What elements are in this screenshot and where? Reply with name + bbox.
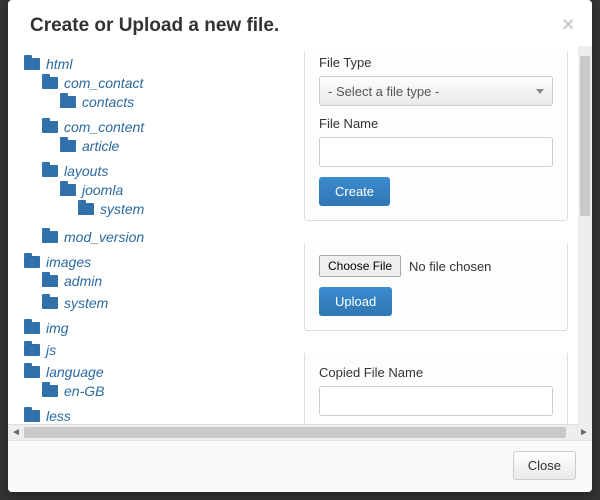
modal-header: Create or Upload a new file. ×: [8, 0, 592, 47]
folder-icon: [24, 344, 40, 356]
folder-label: system: [64, 295, 108, 311]
tree-node: js: [24, 339, 290, 361]
tree-node: html com_contact contacts com_contentarticl…: [24, 53, 290, 251]
folder-label: en-GB: [64, 383, 104, 399]
close-button[interactable]: Close: [513, 451, 576, 480]
folder-item-less[interactable]: less: [24, 408, 290, 424]
tree-node: layouts joomla system: [42, 160, 290, 226]
tree-node: mod_version: [42, 226, 290, 248]
tree-node: en-GB: [42, 380, 290, 402]
folder-icon: [42, 121, 58, 133]
modal-footer: Close: [8, 440, 592, 492]
tree-node: article: [60, 135, 290, 157]
folder-item-com_contact[interactable]: com_contact: [42, 75, 290, 91]
folder-label: com_contact: [64, 75, 143, 91]
close-icon[interactable]: ×: [562, 14, 574, 37]
folder-icon: [60, 184, 76, 196]
scrollbar-thumb[interactable]: [24, 427, 566, 438]
horizontal-scrollbar[interactable]: ◄ ►: [8, 424, 592, 440]
folder-item-html[interactable]: html: [24, 56, 290, 72]
modal-body: html com_contact contacts com_contentarticl…: [8, 47, 592, 424]
folder-icon: [60, 96, 76, 108]
folder-item-system[interactable]: system: [78, 201, 290, 217]
tree-node: com_contentarticle: [42, 116, 290, 160]
folder-label: com_content: [64, 119, 144, 135]
folder-label: img: [46, 320, 69, 336]
create-button[interactable]: Create: [319, 177, 390, 206]
folder-item-admin[interactable]: admin: [42, 273, 290, 289]
folder-icon: [42, 231, 58, 243]
folder-label: images: [46, 254, 91, 270]
folder-label: system: [100, 201, 144, 217]
folder-label: contacts: [82, 94, 134, 110]
folder-tree[interactable]: html com_contact contacts com_contentarticl…: [14, 47, 294, 424]
tree-node: system: [42, 292, 290, 314]
vertical-scrollbar-thumb[interactable]: [580, 56, 590, 216]
modal-title: Create or Upload a new file.: [30, 15, 279, 37]
folder-label: html: [46, 56, 72, 72]
folder-label: mod_version: [64, 229, 144, 245]
folder-label: joomla: [82, 182, 123, 198]
form-pane: File Type - Select a file type - File Na…: [294, 47, 592, 424]
folder-item-contacts[interactable]: contacts: [60, 94, 290, 110]
folder-item-language[interactable]: language: [24, 364, 290, 380]
folder-label: admin: [64, 273, 102, 289]
folder-item-layouts[interactable]: layouts: [42, 163, 290, 179]
tree-node: joomla system: [60, 179, 290, 223]
folder-label: js: [46, 342, 56, 358]
folder-icon: [24, 410, 40, 422]
tree-node: language en-GB: [24, 361, 290, 405]
folder-item-js[interactable]: js: [24, 342, 290, 358]
folder-label: less: [46, 408, 71, 424]
tree-node: admin: [42, 270, 290, 292]
filetype-label: File Type: [319, 55, 553, 70]
scroll-right-icon[interactable]: ►: [576, 425, 592, 440]
folder-icon: [78, 203, 94, 215]
folder-label: article: [82, 138, 119, 154]
folder-icon: [60, 140, 76, 152]
modal-dialog: Create or Upload a new file. × htmlcom_c…: [8, 0, 592, 492]
folder-icon: [42, 275, 58, 287]
folder-item-img[interactable]: img: [24, 320, 290, 336]
folder-icon: [42, 165, 58, 177]
folder-icon: [42, 385, 58, 397]
tree-node: images admin system: [24, 251, 290, 317]
tree-node: contacts: [60, 91, 290, 113]
folder-icon: [42, 77, 58, 89]
filetype-select[interactable]: - Select a file type -: [319, 76, 553, 106]
choose-file-button[interactable]: Choose File: [319, 255, 401, 277]
filename-input[interactable]: [319, 137, 553, 167]
tree-node: system: [78, 198, 290, 220]
folder-label: layouts: [64, 163, 108, 179]
folder-item-images[interactable]: images: [24, 254, 290, 270]
chevron-down-icon: [536, 89, 544, 94]
scroll-left-icon[interactable]: ◄: [8, 425, 24, 440]
folder-icon: [24, 322, 40, 334]
upload-panel: Choose File No file chosen Upload: [304, 243, 568, 331]
create-panel: File Type - Select a file type - File Na…: [304, 51, 568, 221]
copy-panel: Copied File Name Copy File: [304, 353, 568, 424]
folder-icon: [24, 256, 40, 268]
folder-item-mod_version[interactable]: mod_version: [42, 229, 290, 245]
folder-label: language: [46, 364, 104, 380]
folder-item-com_content[interactable]: com_content: [42, 119, 290, 135]
filetype-selected: - Select a file type -: [328, 84, 439, 99]
folder-item-article[interactable]: article: [60, 138, 290, 154]
folder-icon: [24, 58, 40, 70]
tree-node: less: [24, 405, 290, 424]
tree-node: com_contact contacts: [42, 72, 290, 116]
filename-label: File Name: [319, 116, 553, 131]
folder-item-en-GB[interactable]: en-GB: [42, 383, 290, 399]
vertical-scrollbar[interactable]: [578, 46, 592, 426]
folder-icon: [24, 366, 40, 378]
folder-icon: [42, 297, 58, 309]
file-status: No file chosen: [409, 259, 491, 274]
tree-node: img: [24, 317, 290, 339]
copied-filename-label: Copied File Name: [319, 365, 553, 380]
upload-button[interactable]: Upload: [319, 287, 392, 316]
folder-item-system[interactable]: system: [42, 295, 290, 311]
copied-filename-input[interactable]: [319, 386, 553, 416]
folder-item-joomla[interactable]: joomla: [60, 182, 290, 198]
